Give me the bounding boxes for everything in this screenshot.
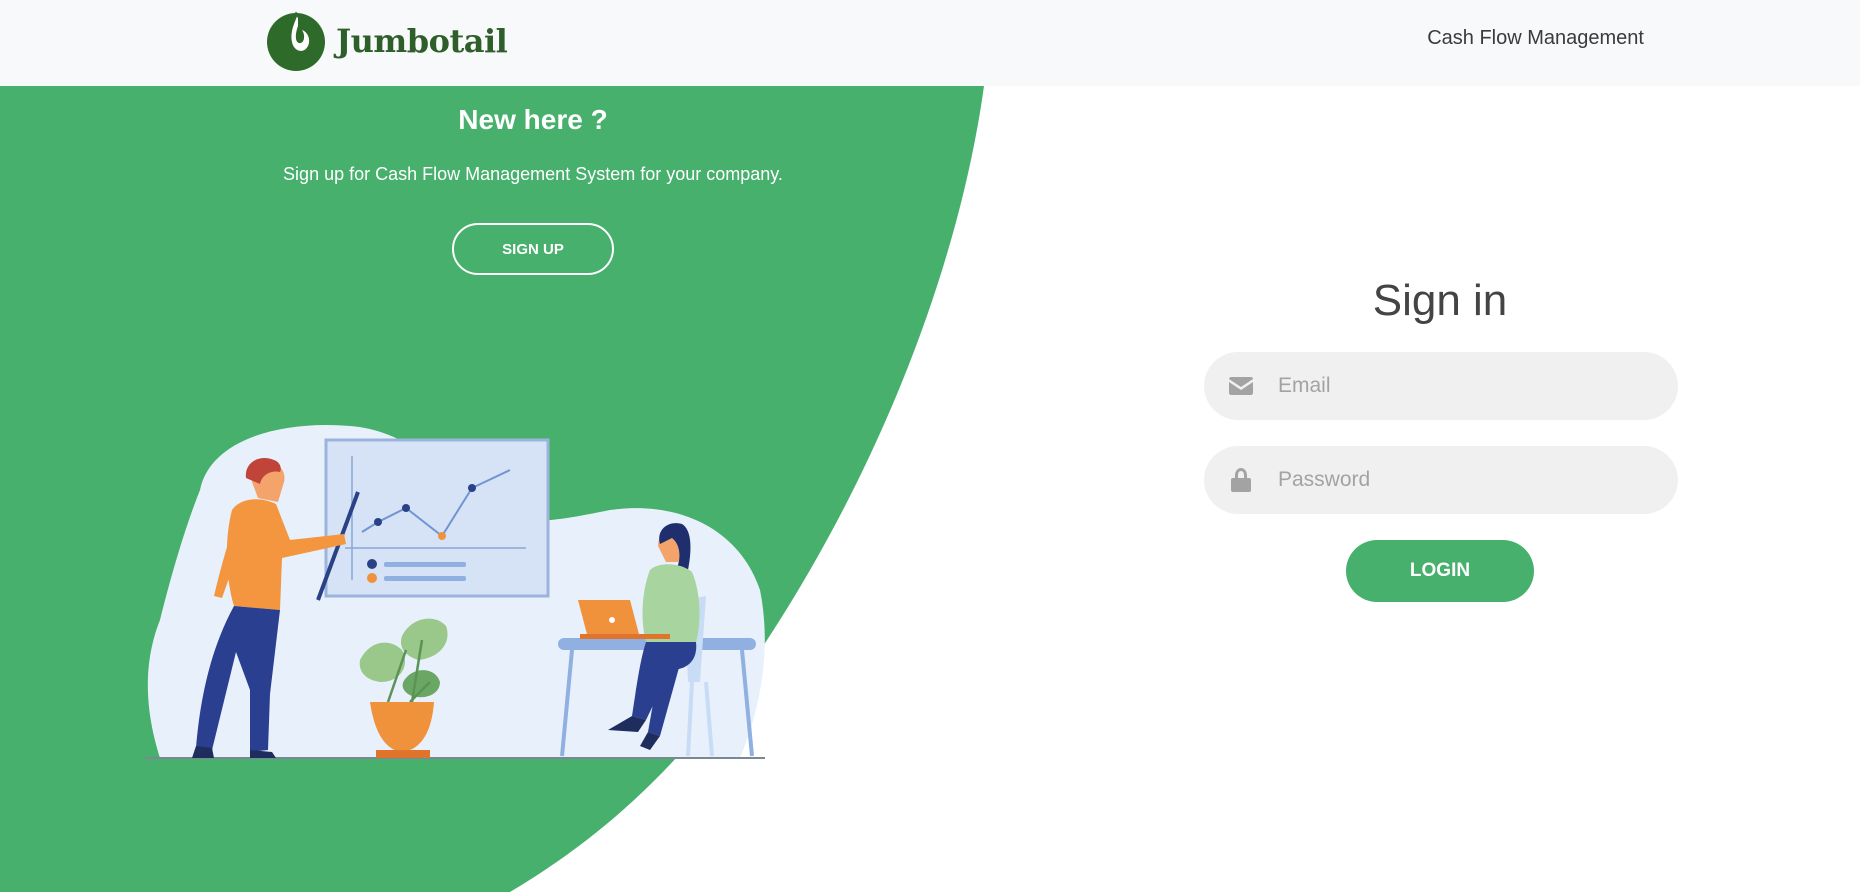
email-field[interactable]: [1204, 352, 1678, 420]
signup-button[interactable]: SIGN UP: [452, 223, 614, 275]
signup-description: Sign up for Cash Flow Management System …: [283, 164, 783, 184]
navbar: Jumbotail Cash Flow Management: [0, 0, 1860, 86]
jumbotail-logo-icon: [267, 11, 325, 71]
email-input[interactable]: [1278, 352, 1678, 420]
login-button[interactable]: LOGIN: [1346, 540, 1534, 602]
signin-heading: Sign in: [1372, 276, 1508, 325]
nav-link-cash-flow[interactable]: Cash Flow Management: [1427, 27, 1644, 50]
envelope-icon: [1204, 377, 1278, 395]
brand-name: Jumbotail: [336, 22, 508, 60]
password-field[interactable]: [1204, 446, 1678, 514]
signup-heading: New here ?: [458, 104, 608, 135]
brand-logo[interactable]: Jumbotail: [264, 10, 508, 72]
whiteboard-chart: [324, 438, 550, 598]
password-input[interactable]: [1278, 446, 1678, 514]
lock-icon: [1204, 468, 1278, 492]
presentation-illustration: [145, 424, 765, 759]
